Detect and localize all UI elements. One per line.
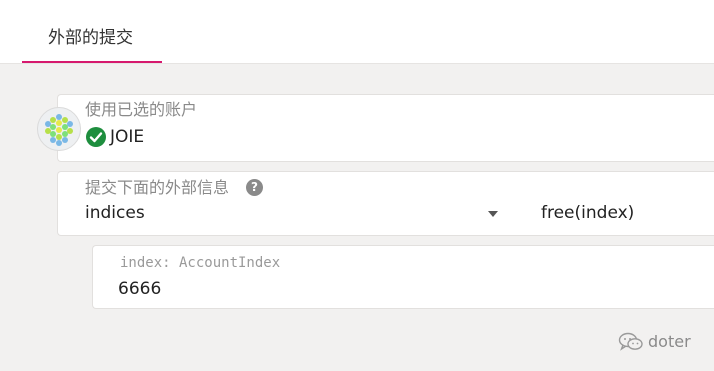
account-identicon-icon [37,107,81,151]
chevron-down-icon[interactable] [488,211,498,217]
top-bar: 外部的提交 [0,0,714,63]
account-name: JOIE [110,127,145,147]
check-circle-icon [86,127,106,147]
index-input-value[interactable]: 6666 [118,279,161,299]
wechat-icon [618,332,644,352]
help-icon[interactable]: ? [246,179,263,196]
watermark-text: doter [648,332,691,351]
tab-label: 外部的提交 [48,28,133,48]
module-select[interactable]: indices [85,203,145,223]
header-divider [0,63,714,64]
param-label: index: AccountIndex [120,255,281,271]
tab-extrinsics[interactable]: 外部的提交 [22,0,162,63]
account-label: 使用已选的账户 [85,100,198,119]
method-select[interactable]: free(index) [541,203,634,223]
extrinsic-label: 提交下面的外部信息 [85,178,230,197]
